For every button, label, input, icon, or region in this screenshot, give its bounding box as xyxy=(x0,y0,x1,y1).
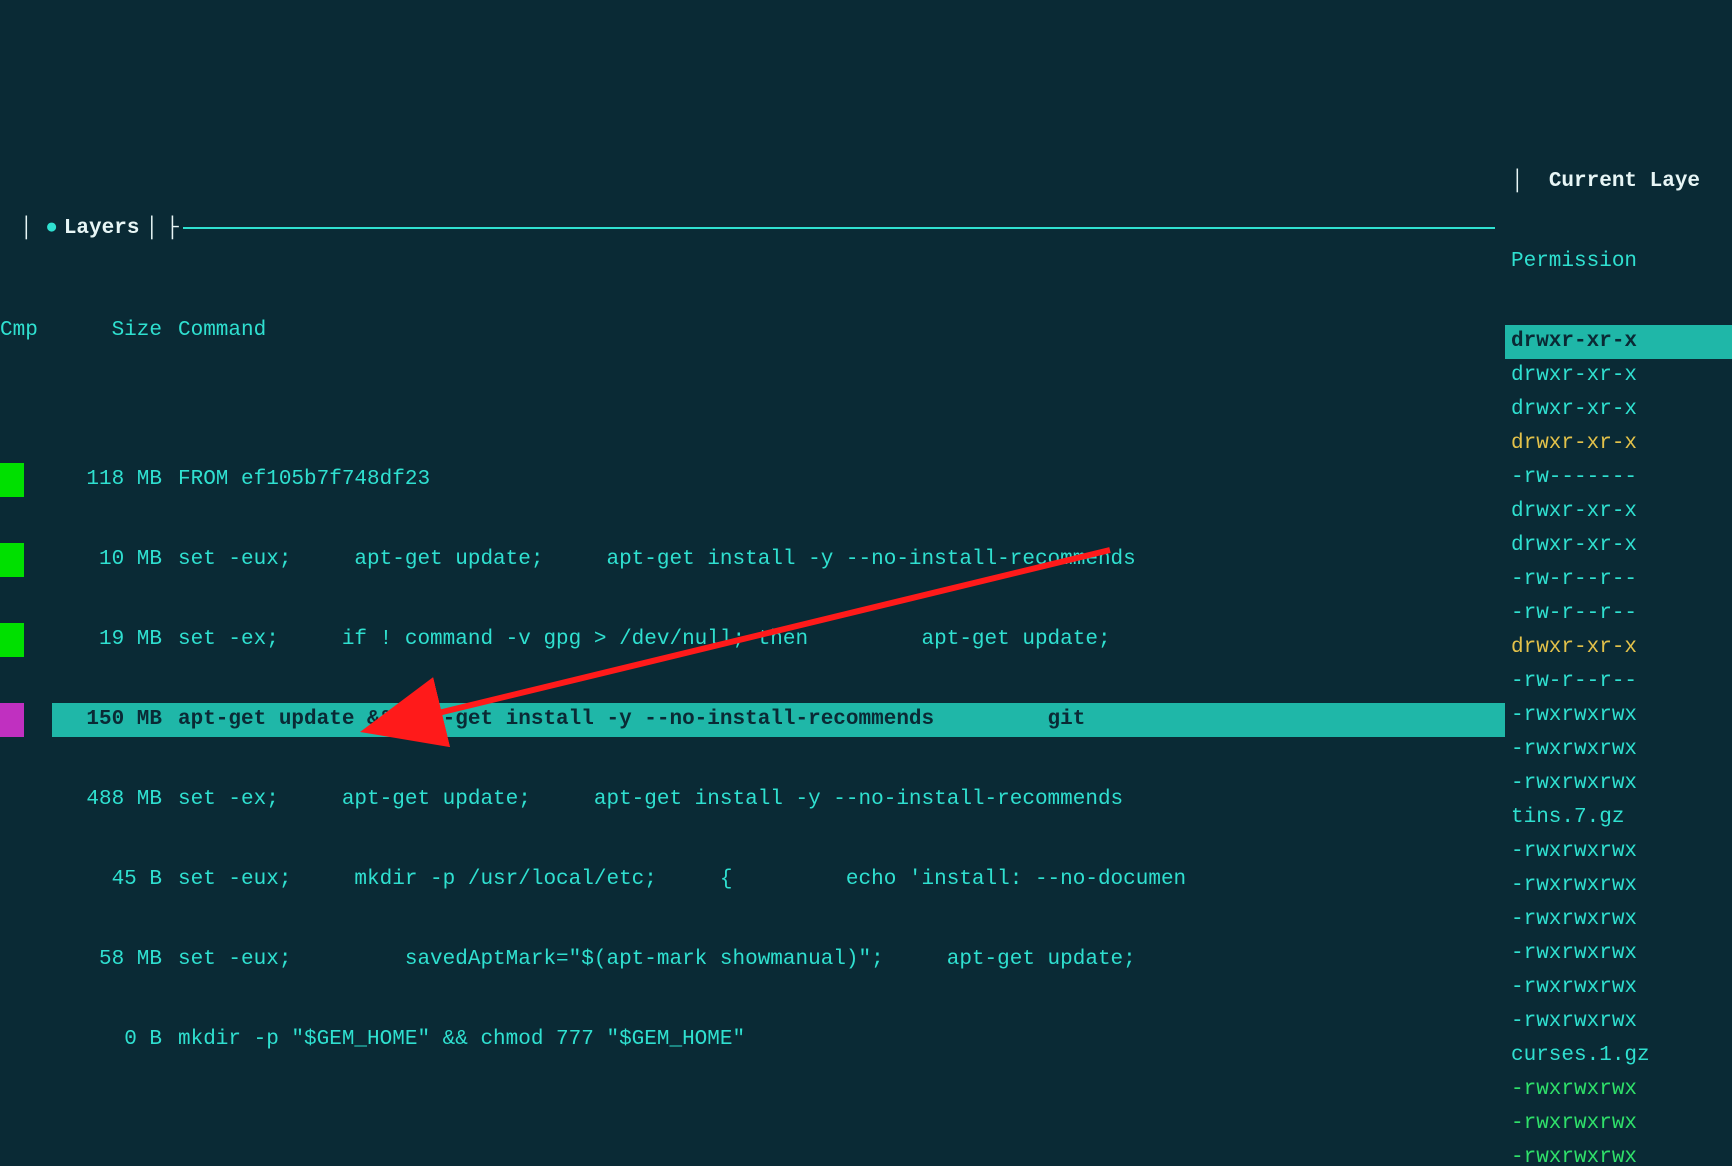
layer-size: 150 MB xyxy=(52,703,172,737)
layer-row[interactable]: 45 B set -eux; mkdir -p /usr/local/etc; … xyxy=(0,863,1505,897)
cmp-swatch xyxy=(0,463,24,497)
layer-row[interactable]: 488 MB set -ex; apt-get update; apt-get … xyxy=(0,783,1505,817)
perm-row[interactable]: -rwxrwxrwx xyxy=(1505,971,1732,1005)
layer-cmd: mkdir -p "$GEM_HOME" && chmod 777 "$GEM_… xyxy=(172,1023,1505,1057)
perm-list[interactable]: drwxr-xr-xdrwxr-xr-xdrwxr-xr-xdrwxr-xr-x… xyxy=(1505,325,1732,1166)
perm-row[interactable]: drwxr-xr-x xyxy=(1505,325,1732,359)
layers-title-text: Layers xyxy=(58,217,146,240)
current-layer-title: │ Current Laye xyxy=(1505,165,1732,199)
perm-row[interactable]: drwxr-xr-x xyxy=(1505,529,1732,563)
perm-row[interactable]: drwxr-xr-x xyxy=(1505,427,1732,461)
layer-row[interactable]: 118 MB FROM ef105b7f748df23 xyxy=(0,463,1505,497)
perm-row[interactable]: -rwxrwxrwx xyxy=(1505,733,1732,767)
perm-row[interactable]: drwxr-xr-x xyxy=(1505,631,1732,665)
perm-row[interactable]: -rwxrwxrwx xyxy=(1505,835,1732,869)
perm-row[interactable]: -rwxrwxrwx xyxy=(1505,869,1732,903)
layers-list[interactable]: 118 MB FROM ef105b7f748df23 10 MB set -e… xyxy=(0,417,1505,1103)
perm-row[interactable]: -rw-r--r-- xyxy=(1505,597,1732,631)
cmp-swatch xyxy=(0,543,24,577)
layer-row[interactable]: 58 MB set -eux; savedAptMark="$(apt-mark… xyxy=(0,943,1505,977)
layers-panel-title: │ ● Layers │ ├ xyxy=(0,211,1505,245)
layer-cmd: set -eux; apt-get update; apt-get instal… xyxy=(172,543,1505,577)
perm-row[interactable]: -rw-r--r-- xyxy=(1505,563,1732,597)
perm-row[interactable]: -rw-r--r-- xyxy=(1505,665,1732,699)
layer-cmd: set -eux; savedAptMark="$(apt-mark showm… xyxy=(172,943,1505,977)
perm-row[interactable]: -rwxrwxrwx xyxy=(1505,1107,1732,1141)
main-panel: │ ● Layers │ ├ Cmp Size Command 118 MB F… xyxy=(0,115,1505,1166)
layer-size: 10 MB xyxy=(52,543,172,577)
perm-row[interactable]: -rwxrwxrwx xyxy=(1505,937,1732,971)
perm-row[interactable]: -rwxrwxrwx xyxy=(1505,767,1732,801)
hdr-command: Command xyxy=(172,314,1505,348)
cmp-swatch xyxy=(0,623,24,657)
layer-cmd: set -ex; apt-get update; apt-get install… xyxy=(172,783,1505,817)
perm-row[interactable]: -rwxrwxrwx xyxy=(1505,699,1732,733)
hdr-size: Size xyxy=(52,314,172,348)
perm-header: Permission xyxy=(1505,245,1732,279)
layer-cmd: set -eux; mkdir -p /usr/local/etc; { ech… xyxy=(172,863,1505,897)
perm-row[interactable]: -rwxrwxrwx xyxy=(1505,1073,1732,1107)
perm-row[interactable]: drwxr-xr-x xyxy=(1505,393,1732,427)
perm-row[interactable]: -rwxrwxrwx xyxy=(1505,903,1732,937)
layer-size: 0 B xyxy=(52,1023,172,1057)
layer-row[interactable]: 0 B mkdir -p "$GEM_HOME" && chmod 777 "$… xyxy=(0,1023,1505,1057)
perm-row[interactable]: -rwxrwxrwx xyxy=(1505,1005,1732,1039)
layer-row[interactable]: 10 MB set -eux; apt-get update; apt-get … xyxy=(0,543,1505,577)
right-panel: │ Current Laye Permission drwxr-xr-xdrwx… xyxy=(1505,115,1732,1166)
perm-row[interactable]: drwxr-xr-x xyxy=(1505,495,1732,529)
layer-cmd: FROM ef105b7f748df23 xyxy=(172,463,1505,497)
perm-row[interactable]: drwxr-xr-x xyxy=(1505,359,1732,393)
hdr-cmp: Cmp xyxy=(0,314,52,348)
layer-cmd: apt-get update && apt-get install -y --n… xyxy=(172,703,1505,737)
layer-size: 19 MB xyxy=(52,623,172,657)
layer-size: 118 MB xyxy=(52,463,172,497)
layer-cmd: set -ex; if ! command -v gpg > /dev/null… xyxy=(172,623,1505,657)
layer-size: 58 MB xyxy=(52,943,172,977)
layer-size: 488 MB xyxy=(52,783,172,817)
layers-header-row: Cmp Size Command xyxy=(0,314,1505,348)
layer-size: 45 B xyxy=(52,863,172,897)
perm-row[interactable]: curses.1.gz xyxy=(1505,1039,1732,1073)
perm-row[interactable]: tins.7.gz xyxy=(1505,801,1732,835)
perm-row[interactable]: -rw------- xyxy=(1505,461,1732,495)
cmp-swatch xyxy=(0,703,24,737)
perm-row[interactable]: -rwxrwxrwx xyxy=(1505,1141,1732,1166)
layer-row[interactable]: 19 MB set -ex; if ! command -v gpg > /de… xyxy=(0,623,1505,657)
layer-row-selected[interactable]: 150 MB apt-get update && apt-get install… xyxy=(0,703,1505,737)
